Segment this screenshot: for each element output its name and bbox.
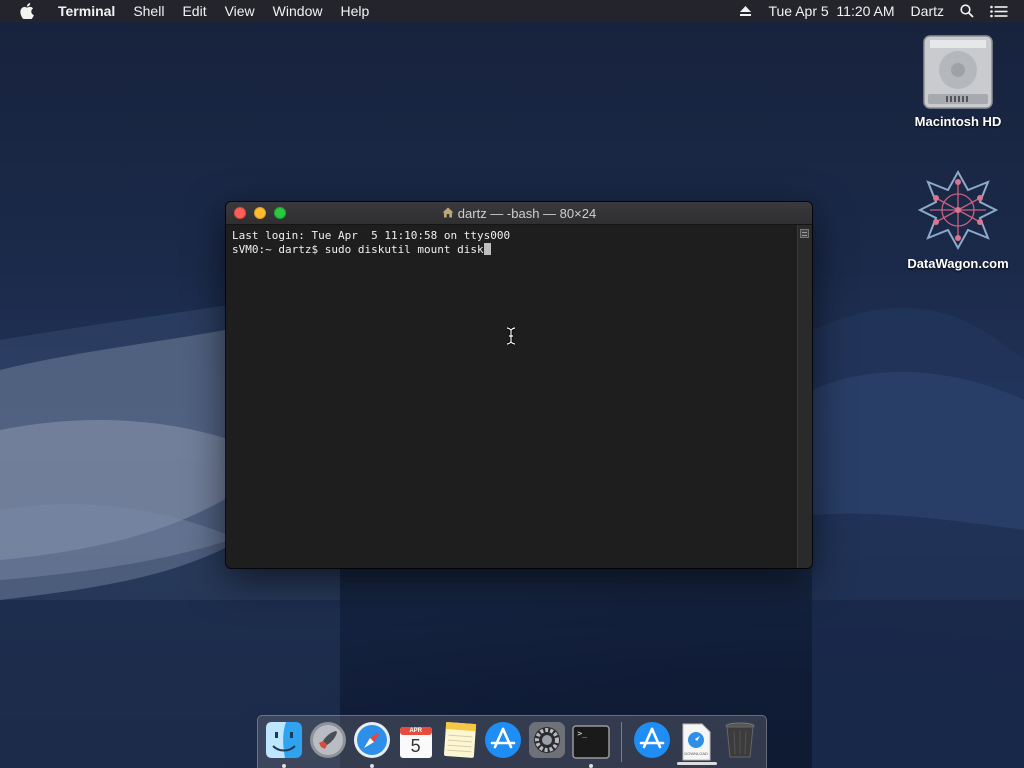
download-document-label: DOWNLOAD [684, 751, 708, 756]
terminal-output[interactable]: Last login: Tue Apr 5 11:10:58 on ttys00… [226, 225, 798, 568]
desktop-icon-label: DataWagon.com [907, 256, 1009, 271]
running-indicator [589, 764, 594, 768]
scrollbar[interactable] [797, 225, 812, 568]
terminal-prompt-line: sVM0:~ dartz$ sudo diskutil mount disk [232, 243, 484, 256]
desktop-icon-macintosh-hd[interactable]: Macintosh HD [903, 32, 1013, 129]
terminal-icon-prompt: >_ [577, 729, 587, 738]
dock-item-downloads[interactable]: DOWNLOAD [674, 720, 718, 764]
spotlight-search-icon[interactable] [952, 4, 982, 18]
dock: APR 5 >_ DOWNLOAD [257, 715, 767, 768]
menubar-user[interactable]: Dartz [903, 0, 952, 22]
apple-icon[interactable] [18, 2, 36, 20]
system-preferences-icon [528, 721, 566, 764]
datawagon-logo-icon [903, 168, 1013, 252]
window-title: dartz — -bash — 80×24 [457, 205, 597, 221]
eject-icon[interactable] [731, 5, 760, 17]
minimize-button[interactable] [254, 207, 266, 219]
ibeam-cursor-icon [505, 326, 517, 346]
terminal-line: Last login: Tue Apr 5 11:10:58 on ttys00… [232, 229, 511, 242]
menu-bar: Terminal Shell Edit View Window Help Tue… [0, 0, 1024, 22]
dock-item-terminal[interactable]: >_ [569, 720, 613, 768]
dock-item-safari[interactable] [350, 720, 394, 768]
dock-item-notes[interactable] [438, 720, 482, 764]
launchpad-icon [309, 721, 347, 764]
calendar-month: APR [409, 728, 422, 734]
calendar-icon: APR 5 [398, 724, 434, 760]
menu-edit[interactable]: Edit [173, 0, 215, 22]
terminal-icon: >_ [572, 725, 611, 759]
desktop-icon-label: Macintosh HD [914, 114, 1002, 129]
app-store-icon [633, 721, 671, 764]
terminal-window[interactable]: dartz — -bash — 80×24 Last login: Tue Ap… [226, 202, 812, 568]
split-pane-handle[interactable] [800, 229, 809, 238]
download-document-icon: DOWNLOAD [680, 723, 712, 761]
dock-separator [621, 722, 623, 762]
menubar-clock[interactable]: Tue Apr 5 11:20 AM [760, 0, 902, 22]
notes-icon [442, 721, 478, 764]
desktop-icon-datawagon[interactable]: DataWagon.com [903, 168, 1013, 271]
dock-item-launchpad[interactable] [306, 720, 350, 764]
app-store-icon [484, 721, 522, 764]
home-folder-icon [442, 206, 454, 221]
menu-help[interactable]: Help [331, 0, 378, 22]
calendar-day: 5 [410, 736, 421, 756]
dock-item-calendar[interactable]: APR 5 [394, 720, 438, 764]
menu-app-name[interactable]: Terminal [50, 0, 124, 22]
running-indicator [281, 764, 286, 768]
menu-shell[interactable]: Shell [124, 0, 173, 22]
title-bar[interactable]: dartz — -bash — 80×24 [226, 202, 812, 225]
menu-view[interactable]: View [216, 0, 264, 22]
dock-item-trash[interactable] [718, 720, 762, 764]
dock-item-system-preferences[interactable] [525, 720, 569, 764]
dock-indicator-bar [677, 762, 717, 765]
notification-center-icon[interactable] [982, 5, 1016, 18]
zoom-button[interactable] [274, 207, 286, 219]
running-indicator [369, 764, 374, 768]
dock-item-app-store[interactable] [482, 720, 526, 764]
menu-window[interactable]: Window [264, 0, 332, 22]
trash-icon [724, 721, 756, 764]
dock-item-app-store-downloads[interactable] [630, 720, 674, 764]
close-button[interactable] [234, 207, 246, 219]
finder-icon [265, 721, 303, 764]
hard-drive-icon [903, 32, 1013, 110]
text-cursor [483, 243, 491, 255]
safari-icon [353, 721, 391, 764]
dock-item-finder[interactable] [262, 720, 306, 768]
